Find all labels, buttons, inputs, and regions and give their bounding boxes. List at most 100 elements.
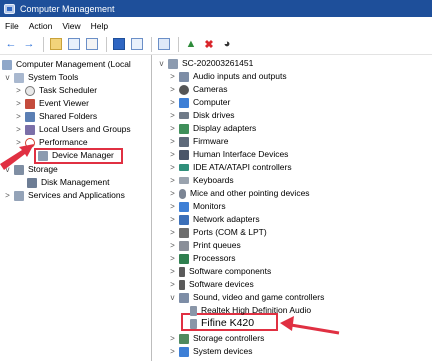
expand-toggle-icon[interactable]: > — [3, 189, 12, 202]
forward-arrow-icon[interactable]: → — [21, 36, 37, 52]
tree-item-computer-root[interactable]: v SC-202003261451 — [157, 57, 253, 70]
expand-toggle-icon[interactable]: > — [168, 148, 177, 161]
collapse-toggle-icon[interactable]: v — [3, 163, 12, 176]
expand-toggle-icon[interactable]: > — [168, 332, 177, 345]
tree-item-label: System devices — [193, 346, 253, 356]
menu-view[interactable]: View — [62, 21, 80, 31]
expand-toggle-icon[interactable]: > — [168, 345, 177, 358]
expand-toggle-icon[interactable]: > — [14, 123, 23, 136]
tree-item-disk-management[interactable]: Disk Management — [27, 176, 110, 189]
expand-toggle-icon[interactable]: > — [168, 96, 177, 109]
tree-item-computer-management[interactable]: Computer Management (Local — [2, 58, 131, 71]
shared-folder-icon — [25, 111, 35, 122]
expand-toggle-icon[interactable]: > — [168, 239, 177, 252]
disk-drive-icon — [179, 112, 189, 119]
console-tree-pane[interactable]: Computer Management (Local v System Tool… — [0, 55, 152, 361]
properties-icon[interactable] — [66, 36, 82, 52]
tree-item-category[interactable]: > Human Interface Devices — [168, 148, 288, 161]
tree-item-realtek-audio[interactable]: Realtek High Definition Audio — [190, 304, 311, 317]
expand-toggle-icon[interactable]: > — [168, 161, 177, 174]
expand-toggle-icon[interactable]: > — [168, 187, 177, 200]
expand-toggle-icon[interactable]: > — [168, 226, 177, 239]
tree-item-category[interactable]: > Ports (COM & LPT) — [168, 226, 267, 239]
users-icon — [25, 124, 35, 135]
tree-item-category[interactable]: > Display adapters — [168, 122, 256, 135]
computer-management-icon — [2, 59, 12, 70]
expand-toggle-icon[interactable]: > — [14, 84, 23, 97]
tree-item-category[interactable]: > Network adapters — [168, 213, 260, 226]
collapse-toggle-icon[interactable]: v — [157, 57, 166, 70]
tree-item-category[interactable]: > Firmware — [168, 135, 228, 148]
uninstall-icon[interactable]: ✖ — [201, 36, 217, 52]
tree-item-label: Software devices — [189, 279, 254, 289]
expand-toggle-icon[interactable]: > — [14, 97, 23, 110]
expand-toggle-icon[interactable]: > — [14, 136, 23, 149]
tree-item-storage[interactable]: v Storage — [3, 163, 58, 176]
expand-toggle-icon[interactable]: > — [168, 70, 177, 83]
tree-item-local-users-and-groups[interactable]: > Local Users and Groups — [14, 123, 131, 136]
device-manager-icon — [38, 150, 48, 161]
tree-item-system-tools[interactable]: v System Tools — [3, 71, 78, 84]
back-arrow-icon[interactable]: ← — [3, 36, 19, 52]
tree-item-label: Computer Management (Local — [16, 59, 131, 69]
tree-item-label: Shared Folders — [39, 111, 98, 121]
tree-item-performance[interactable]: > Performance — [14, 136, 88, 149]
tree-item-sound-video-game-controllers[interactable]: v Sound, video and game controllers — [168, 291, 324, 304]
tree-item-category[interactable]: > Audio inputs and outputs — [168, 70, 287, 83]
collapse-toggle-icon[interactable]: v — [168, 291, 177, 304]
download-icon[interactable]: ◕ — [219, 36, 235, 52]
expand-toggle-icon[interactable]: > — [168, 174, 177, 187]
tree-item-fifine-k420[interactable]: Fifine K420 — [190, 317, 254, 330]
scan-hardware-icon[interactable] — [156, 36, 172, 52]
tree-item-task-scheduler[interactable]: > Task Scheduler — [14, 84, 97, 97]
collapse-toggle-icon[interactable]: v — [3, 71, 12, 84]
tree-item-label: Fifine K420 — [201, 317, 255, 329]
expand-toggle-icon[interactable]: > — [168, 109, 177, 122]
expand-toggle-icon[interactable]: > — [168, 200, 177, 213]
speaker-icon — [179, 292, 189, 303]
tree-item-category[interactable]: > System devices — [168, 345, 253, 358]
menu-help[interactable]: Help — [91, 21, 108, 31]
computer-management-icon — [4, 3, 15, 14]
tree-item-category[interactable]: > IDE ATA/ATAPI controllers — [168, 161, 291, 174]
tree-item-label: Services and Applications — [28, 190, 125, 200]
ide-controller-icon — [179, 164, 189, 171]
show-hide-icon[interactable] — [129, 36, 145, 52]
up-folder-icon[interactable] — [48, 36, 64, 52]
device-tree-pane[interactable]: v SC-202003261451 > Audio inputs and out… — [153, 55, 432, 361]
toolbar-separator — [151, 36, 152, 52]
computer-icon — [179, 97, 189, 108]
tree-item-shared-folders[interactable]: > Shared Folders — [14, 110, 97, 123]
tree-item-label: Firmware — [193, 136, 229, 146]
tree-item-event-viewer[interactable]: > Event Viewer — [14, 97, 89, 110]
tree-item-category[interactable]: > Keyboards — [168, 174, 234, 187]
tree-item-label: Keyboards — [193, 175, 234, 185]
tree-item-category[interactable]: > Software components — [168, 265, 271, 278]
tree-item-category[interactable]: > Disk drives — [168, 109, 234, 122]
expand-toggle-icon[interactable]: > — [168, 135, 177, 148]
tree-item-device-manager[interactable]: Device Manager — [38, 149, 114, 162]
expand-toggle-icon[interactable]: > — [14, 110, 23, 123]
console-icon[interactable] — [84, 36, 100, 52]
tree-item-category[interactable]: > Software devices — [168, 278, 254, 291]
expand-toggle-icon[interactable]: > — [168, 265, 177, 278]
expand-toggle-icon[interactable]: > — [168, 278, 177, 291]
tree-item-label: Processors — [193, 253, 236, 263]
tree-item-category[interactable]: > Computer — [168, 96, 230, 109]
tree-item-category[interactable]: > Print queues — [168, 239, 241, 252]
help-icon[interactable] — [111, 36, 127, 52]
tree-item-label: Audio inputs and outputs — [193, 71, 287, 81]
tree-item-services-and-applications[interactable]: > Services and Applications — [3, 189, 125, 202]
tree-item-category[interactable]: > Storage controllers — [168, 332, 264, 345]
expand-toggle-icon[interactable]: > — [168, 213, 177, 226]
menu-action[interactable]: Action — [29, 21, 53, 31]
tree-item-category[interactable]: > Processors — [168, 252, 236, 265]
expand-toggle-icon[interactable]: > — [168, 83, 177, 96]
tree-item-category[interactable]: > Monitors — [168, 200, 226, 213]
tree-item-category[interactable]: > Cameras — [168, 83, 227, 96]
tree-item-category[interactable]: > Mice and other pointing devices — [168, 187, 310, 200]
expand-toggle-icon[interactable]: > — [168, 252, 177, 265]
update-driver-icon[interactable]: ▲ — [183, 36, 199, 52]
menu-file[interactable]: File — [5, 21, 19, 31]
expand-toggle-icon[interactable]: > — [168, 122, 177, 135]
